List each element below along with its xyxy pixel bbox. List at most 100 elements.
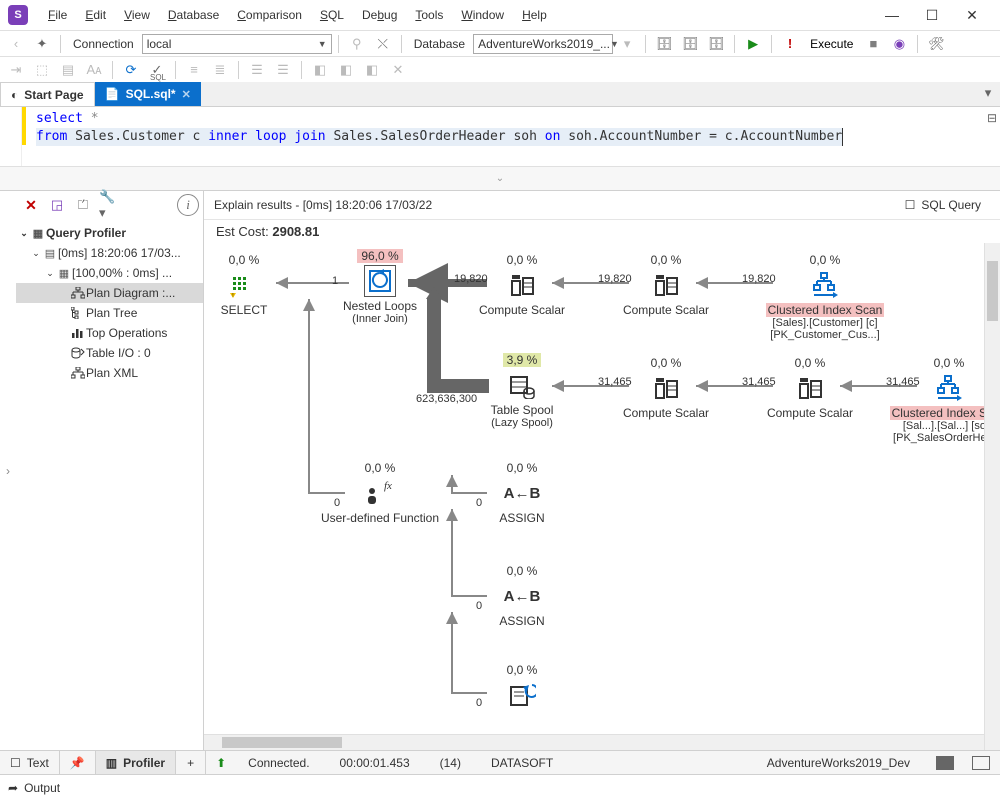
tree-plan-tree[interactable]: Plan Tree: [86, 306, 137, 320]
editor-split-icon[interactable]: ⊟: [984, 107, 1000, 166]
tab-menu-icon[interactable]: ▾: [976, 82, 1000, 104]
bottom-tab-add[interactable]: +: [176, 751, 206, 774]
window-maximize-icon[interactable]: ☐: [912, 1, 952, 29]
plan-diagram-canvas[interactable]: 0,0 % ! SELECT 1 96,0 % Neste: [204, 243, 1000, 750]
tree-1-icon[interactable]: ◲: [46, 194, 68, 216]
node-compute-scalar-4[interactable]: 0,0 % Compute Scalar: [760, 356, 860, 420]
window-minimize-icon[interactable]: —: [872, 1, 912, 29]
node-nested-loops[interactable]: 96,0 % Nested Loops (Inner Join): [330, 249, 430, 325]
sql-check-icon[interactable]: ✓SQL: [145, 59, 169, 81]
window-close-icon[interactable]: ✕: [952, 1, 992, 29]
tb2-align-1-icon[interactable]: ≡: [182, 59, 206, 81]
info-icon[interactable]: i: [177, 194, 199, 216]
menu-comparison[interactable]: Comparison: [229, 4, 310, 26]
node-last[interactable]: 0,0 %: [472, 663, 572, 713]
node-table-spool[interactable]: 3,9 % Table Spool (Lazy Spool): [472, 353, 572, 429]
table-io-icon: [70, 347, 86, 359]
sql-query-button[interactable]: ☐SQL Query: [896, 195, 990, 215]
tb2-outdent-icon[interactable]: ⬚: [30, 59, 54, 81]
bottom-tab-pin[interactable]: 📌: [60, 751, 96, 774]
editor-splitter[interactable]: ⌄: [0, 166, 1000, 190]
node-compute-scalar-2[interactable]: 0,0 % Compute Scalar: [616, 253, 716, 317]
tab-close-icon[interactable]: ✕: [182, 88, 191, 101]
status-connected: Connected.: [240, 756, 317, 770]
plan-diagram-icon: [70, 287, 86, 299]
disconnect-icon[interactable]: ⤬: [371, 33, 395, 55]
output-tab[interactable]: Output: [24, 781, 60, 795]
bottom-tab-profiler[interactable]: ▥Profiler: [96, 751, 176, 774]
tb2-indent-icon[interactable]: ⇥: [4, 59, 28, 81]
node-assign-1[interactable]: 0,0 % A←B ASSIGN: [472, 461, 572, 525]
layout-btn-1[interactable]: [936, 756, 954, 770]
menu-database[interactable]: Database: [160, 4, 227, 26]
menu-debug[interactable]: Debug: [354, 4, 405, 26]
analyze-icon[interactable]: ◉: [887, 33, 911, 55]
return-icon: [506, 679, 538, 711]
node-udf[interactable]: 0,0 % fx User-defined Function: [320, 461, 440, 525]
tree-top-ops[interactable]: Top Operations: [86, 326, 167, 340]
tb2-3-icon[interactable]: ▤: [56, 59, 80, 81]
tb2-list-2-icon[interactable]: ☰: [271, 59, 295, 81]
execute-button[interactable]: Execute: [804, 37, 859, 51]
status-time: 00:00:01.453: [332, 756, 418, 770]
bookmark-clear-icon[interactable]: ✕: [386, 59, 410, 81]
explain-label: Explain results - [0ms] 18:20:06 17/03/2…: [214, 198, 432, 212]
menu-help[interactable]: Help: [514, 4, 555, 26]
tools-icon[interactable]: 🛠: [924, 33, 948, 55]
stop-icon[interactable]: ■: [861, 33, 885, 55]
left-collapse-icon[interactable]: ›: [0, 191, 16, 750]
db-dd-icon[interactable]: ▾: [615, 33, 639, 55]
node-select[interactable]: 0,0 % ! SELECT: [204, 253, 294, 317]
execute-bang-icon[interactable]: !: [778, 33, 802, 55]
delete-icon[interactable]: ✕: [20, 194, 42, 216]
menu-view[interactable]: View: [116, 4, 158, 26]
bookmark-next-icon[interactable]: ◧: [360, 59, 384, 81]
tb2-case-icon[interactable]: Aᴀ: [82, 59, 106, 81]
tree-query[interactable]: [0ms] 18:20:06 17/03...: [58, 246, 181, 260]
node-clustered-scan-2[interactable]: 0,0 % Clustered Index Scan [Sal...].[Sal…: [884, 356, 1000, 444]
db-icon-2[interactable]: 🗄: [678, 33, 702, 55]
plan-vscrollbar[interactable]: [984, 243, 1000, 750]
bookmark-prev-icon[interactable]: ◧: [334, 59, 358, 81]
database-combo[interactable]: AdventureWorks2019_...▼: [473, 34, 613, 54]
tree-table-io[interactable]: Table I/O : 0: [86, 346, 151, 360]
db-icon-3[interactable]: 🗄: [704, 33, 728, 55]
back-icon[interactable]: ‹: [4, 33, 28, 55]
layout-btn-2[interactable]: [972, 756, 990, 770]
tree-plan-xml[interactable]: Plan XML: [86, 366, 138, 380]
tree-plan-diagram[interactable]: Plan Diagram :...: [86, 286, 175, 300]
tb2-align-2-icon[interactable]: ≣: [208, 59, 232, 81]
menu-sql[interactable]: SQL: [312, 4, 352, 26]
db-icon-1[interactable]: 🗄: [652, 33, 676, 55]
tab-start-page[interactable]: ◐ Start Page: [0, 82, 95, 106]
tree-2-icon[interactable]: ⏍: [72, 194, 94, 216]
svg-text:fx: fx: [384, 480, 392, 492]
tree-root[interactable]: Query Profiler: [46, 226, 126, 240]
node-assign-2[interactable]: 0,0 % A←B ASSIGN: [472, 564, 572, 628]
profiler-tree[interactable]: ⌄▦Query Profiler ⌄▤[0ms] 18:20:06 17/03.…: [16, 219, 203, 750]
tab-sql[interactable]: 📄 SQL.sql* ✕: [95, 82, 201, 106]
node-compute-scalar-3[interactable]: 0,0 % Compute Scalar: [616, 356, 716, 420]
status-host: DATASOFT: [483, 756, 561, 770]
tree-settings-icon[interactable]: 🔧▾: [98, 194, 120, 216]
connection-combo[interactable]: local▼: [142, 34, 332, 54]
bookmark-icon[interactable]: ◧: [308, 59, 332, 81]
connect-icon[interactable]: ⚲: [345, 33, 369, 55]
plan-hscrollbar[interactable]: [204, 734, 984, 750]
menu-tools[interactable]: Tools: [407, 4, 451, 26]
pin-icon: 📌: [70, 756, 85, 770]
menu-edit[interactable]: Edit: [77, 4, 114, 26]
menu-window[interactable]: Window: [453, 4, 512, 26]
run-icon[interactable]: ▶: [741, 33, 765, 55]
menu-file[interactable]: File: [40, 4, 75, 26]
tree-result[interactable]: [100,00% : 0ms] ...: [72, 266, 172, 280]
node-clustered-scan-1[interactable]: 0,0 % Clustered Index Scan [Sales].[Cust…: [760, 253, 890, 341]
new-query-icon[interactable]: ✦: [30, 33, 54, 55]
bottom-tab-text[interactable]: ☐Text: [0, 751, 60, 774]
database-label: Database: [408, 37, 471, 51]
connection-label: Connection: [67, 37, 140, 51]
refresh-icon[interactable]: ⟳: [119, 59, 143, 81]
tb2-list-1-icon[interactable]: ☰: [245, 59, 269, 81]
sql-editor[interactable]: select * from Sales.Customer c inner loo…: [22, 107, 984, 166]
node-compute-scalar-1[interactable]: 0,0 % Compute Scalar: [472, 253, 572, 317]
